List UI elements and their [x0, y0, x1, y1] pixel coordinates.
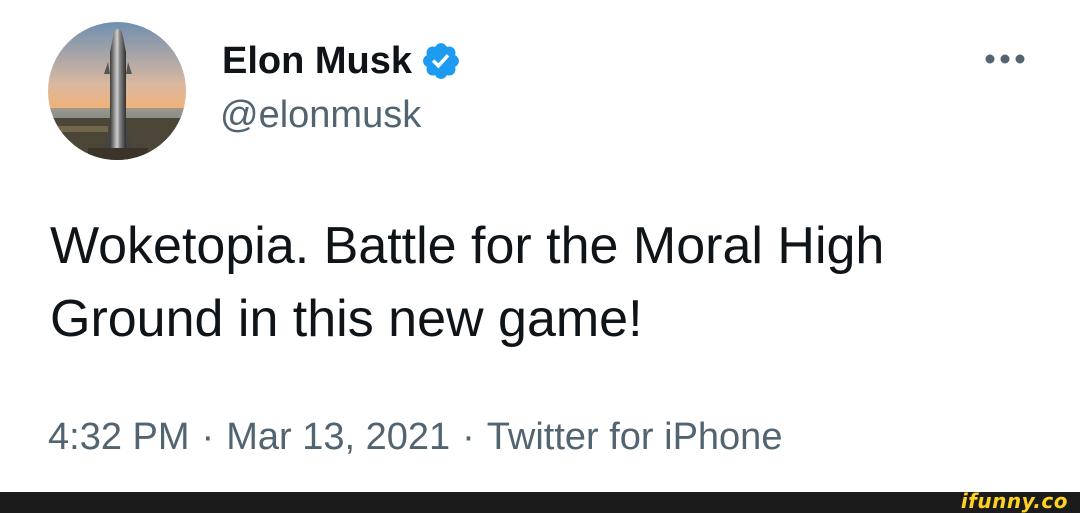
meta-separator: ·: [201, 416, 215, 458]
meta-separator: ·: [462, 416, 475, 458]
tweet-source[interactable]: Twitter for iPhone: [487, 416, 783, 459]
tweet-metadata: 4:32 PM · Mar 13, 2021 · Twitter for iPh…: [48, 416, 782, 459]
more-horizontal-icon[interactable]: [982, 46, 1028, 72]
tweet-time[interactable]: 4:32 PM: [48, 416, 190, 459]
watermark-bar: ifunny.co: [0, 489, 1080, 513]
author-name-row: Elon Musk: [222, 38, 462, 84]
display-name[interactable]: Elon Musk: [222, 40, 412, 83]
avatar[interactable]: [48, 22, 186, 160]
tweet-date[interactable]: Mar 13, 2021: [226, 416, 450, 459]
tweet-text: Woketopia. Battle for the Moral High Gro…: [50, 217, 885, 348]
ifunny-watermark: ifunny.co: [960, 489, 1068, 513]
verified-badge-icon: [420, 40, 462, 82]
user-handle[interactable]: @elonmusk: [220, 94, 421, 137]
starship-rocket-avatar: [48, 22, 186, 160]
